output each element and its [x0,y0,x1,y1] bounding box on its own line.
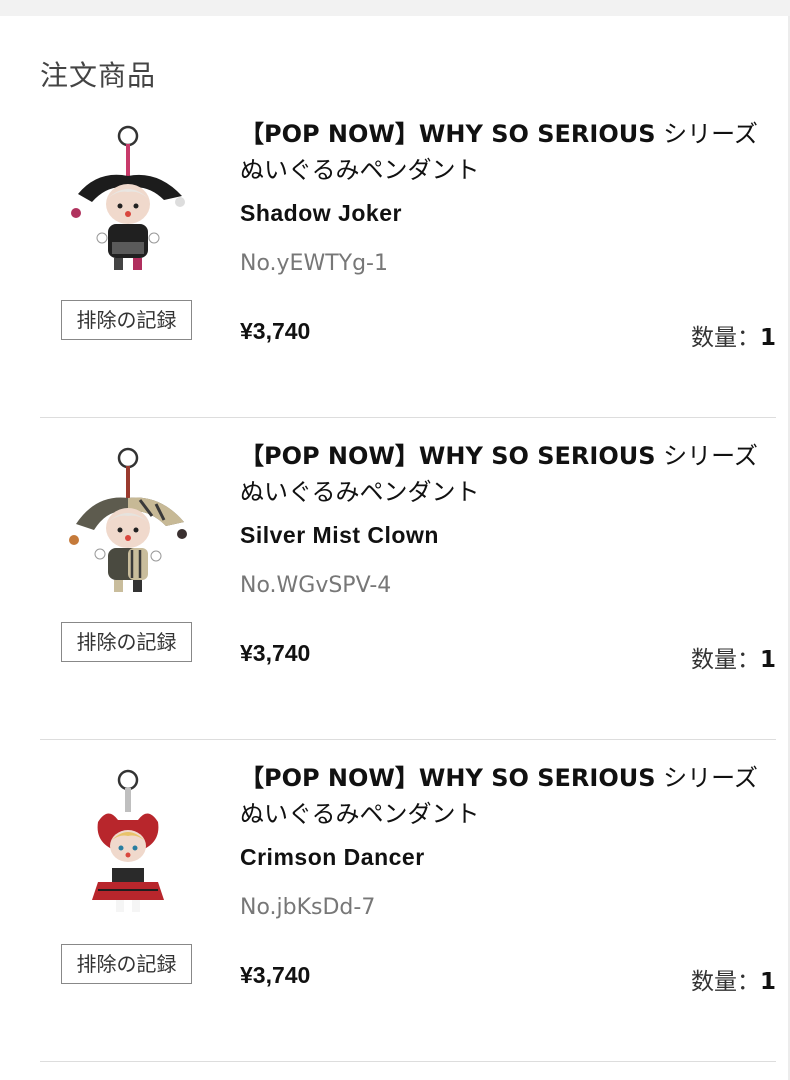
order-items-page: 注文商品 排除の記録 【POP NOW】WHY SO SERIOUS シリーズ … [0,0,790,1080]
quantity-value: 1 [759,325,776,351]
product-title-en: 【POP NOW】WHY SO SERIOUS [240,442,656,470]
exclude-record-button[interactable]: 排除の記録 [61,622,192,662]
quantity-value: 1 [759,969,776,995]
product-info: 【POP NOW】WHY SO SERIOUS シリーズ ぬいぐるみペンダント … [240,116,780,276]
product-image-crimson-dancer[interactable] [68,762,188,922]
product-title-en: 【POP NOW】WHY SO SERIOUS [240,764,656,792]
order-item: 排除の記録 【POP NOW】WHY SO SERIOUS シリーズ ぬいぐるみ… [40,740,776,1062]
item-divider [40,1061,776,1062]
product-variant: Shadow Joker [240,200,402,226]
order-item: 排除の記録 【POP NOW】WHY SO SERIOUS シリーズ ぬいぐるみ… [40,96,776,418]
product-price: ¥3,740 [240,318,311,344]
product-title[interactable]: 【POP NOW】WHY SO SERIOUS シリーズ ぬいぐるみペンダント [240,760,780,832]
product-variant: Silver Mist Clown [240,522,439,548]
quantity-label: 数量： [690,969,760,995]
quantity: 数量：1 [691,640,776,674]
product-title[interactable]: 【POP NOW】WHY SO SERIOUS シリーズ ぬいぐるみペンダント [240,438,780,510]
product-sku: No.WGvSPV-4 [240,573,392,598]
quantity: 数量：1 [691,962,776,996]
top-band [0,0,790,16]
section-title: 注文商品 [40,59,157,92]
exclude-record-button[interactable]: 排除の記録 [61,300,192,340]
product-sku: No.yEWTYg-1 [240,251,388,276]
quantity-value: 1 [759,647,776,673]
quantity: 数量：1 [691,318,776,352]
product-title-en: 【POP NOW】WHY SO SERIOUS [240,120,656,148]
product-info: 【POP NOW】WHY SO SERIOUS シリーズ ぬいぐるみペンダント … [240,760,780,920]
product-image-silver-mist-clown[interactable] [68,440,188,600]
quantity-label: 数量： [690,647,760,673]
product-info: 【POP NOW】WHY SO SERIOUS シリーズ ぬいぐるみペンダント … [240,438,780,598]
product-price: ¥3,740 [240,640,311,666]
product-image-shadow-joker[interactable] [68,118,188,278]
product-title[interactable]: 【POP NOW】WHY SO SERIOUS シリーズ ぬいぐるみペンダント [240,116,780,188]
exclude-record-button[interactable]: 排除の記録 [61,944,192,984]
order-item: 排除の記録 【POP NOW】WHY SO SERIOUS シリーズ ぬいぐるみ… [40,418,776,740]
product-price: ¥3,740 [240,962,311,988]
product-variant: Crimson Dancer [240,844,425,870]
quantity-label: 数量： [690,325,760,351]
product-sku: No.jbKsDd-7 [240,895,376,920]
